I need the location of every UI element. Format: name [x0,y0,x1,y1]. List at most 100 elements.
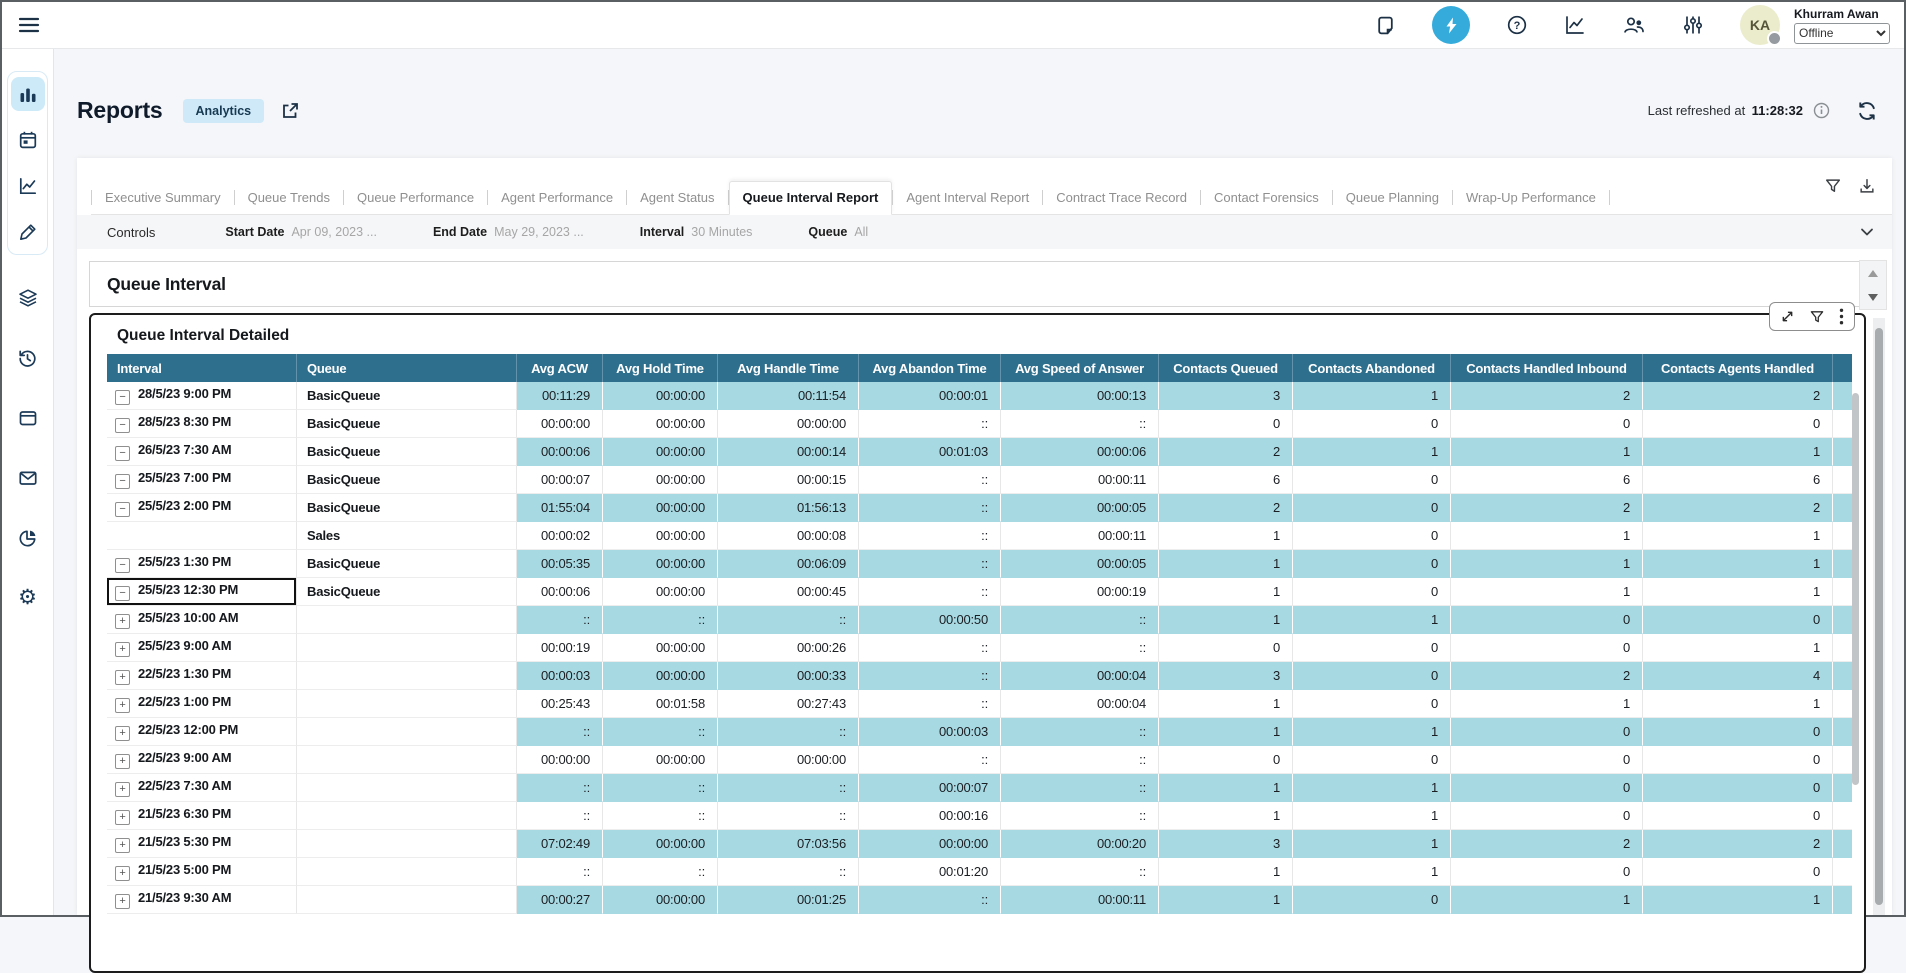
value-cell[interactable]: 0 [1293,550,1451,578]
interval-cell[interactable]: +25/5/23 10:00 AM [107,606,297,634]
value-cell[interactable]: 0 [1293,522,1451,550]
interval-cell[interactable]: −25/5/23 12:30 PM [107,578,297,606]
value-cell[interactable]: 0 [1643,410,1833,438]
value-cell[interactable]: 00:00:14 [718,438,859,466]
interval-cell[interactable]: −25/5/23 2:00 PM [107,494,297,522]
queue-cell[interactable] [297,690,517,718]
value-cell[interactable]: 00:00:00 [603,830,718,858]
expand-row-icon[interactable]: + [115,894,130,909]
help-icon[interactable]: ? [1506,14,1528,36]
value-cell[interactable]: 6 [1643,466,1833,494]
value-cell[interactable]: 01:56:13 [718,494,859,522]
queue-cell[interactable]: Sales [297,522,517,550]
value-cell[interactable]: :: [859,550,1001,578]
value-cell[interactable]: 00:00:05 [1001,550,1159,578]
value-cell[interactable]: 00:00:11 [1001,886,1159,914]
value-cell[interactable]: 0 [1643,858,1833,886]
value-cell[interactable]: 0 [1451,634,1643,662]
value-cell[interactable]: 00:00:19 [517,634,603,662]
value-cell[interactable]: 1 [1643,690,1833,718]
value-cell[interactable]: 00:00:00 [603,662,718,690]
value-cell[interactable]: 0 [1159,634,1293,662]
value-cell[interactable]: :: [603,802,718,830]
value-cell[interactable]: 6 [1159,466,1293,494]
sidebar-item-bar-chart[interactable] [11,77,45,111]
value-cell[interactable]: 2 [1451,494,1643,522]
value-cell[interactable]: :: [603,774,718,802]
value-cell[interactable] [1833,410,1852,438]
sidebar-item-calendar[interactable] [11,123,45,157]
value-cell[interactable] [1833,606,1852,634]
value-cell[interactable]: 00:00:45 [718,578,859,606]
value-cell[interactable]: 1 [1159,522,1293,550]
collapse-row-icon[interactable]: − [115,586,130,601]
sliders-icon[interactable] [1682,14,1704,36]
sidebar-item-history[interactable] [11,341,45,375]
value-cell[interactable]: 00:00:06 [1001,438,1159,466]
value-cell[interactable]: 1 [1451,550,1643,578]
control-start-date[interactable]: Start DateApr 09, 2023 ... [225,223,377,240]
value-cell[interactable]: :: [1001,858,1159,886]
value-cell[interactable]: 00:01:58 [603,690,718,718]
spinner-down-icon[interactable] [1860,285,1886,309]
value-cell[interactable]: 0 [1643,746,1833,774]
value-cell[interactable]: 00:00:00 [603,634,718,662]
value-cell[interactable]: 1 [1159,774,1293,802]
interval-cell[interactable]: +21/5/23 9:30 AM [107,886,297,914]
sidebar-item-layers[interactable] [11,281,45,315]
queue-cell[interactable] [297,746,517,774]
value-cell[interactable]: 1 [1643,438,1833,466]
queue-cell[interactable] [297,634,517,662]
tab-queue-performance[interactable]: Queue Performance [344,182,487,214]
value-cell[interactable]: 1 [1159,718,1293,746]
value-cell[interactable]: 2 [1643,830,1833,858]
interval-cell[interactable]: +21/5/23 5:30 PM [107,830,297,858]
value-cell[interactable]: :: [859,886,1001,914]
value-cell[interactable]: 00:00:00 [603,438,718,466]
expand-row-icon[interactable]: + [115,810,130,825]
value-cell[interactable]: :: [859,746,1001,774]
interval-cell[interactable]: +25/5/23 9:00 AM [107,634,297,662]
expand-row-icon[interactable]: + [115,838,130,853]
table-scrollbar-thumb[interactable] [1852,393,1859,785]
collapse-row-icon[interactable]: − [115,502,130,517]
value-cell[interactable]: :: [1001,634,1159,662]
value-cell[interactable]: 00:00:11 [1001,522,1159,550]
column-header-contacts-queued[interactable]: Contacts Queued [1159,354,1293,382]
value-cell[interactable]: 00:00:06 [517,578,603,606]
queue-cell[interactable]: BasicQueue [297,578,517,606]
value-cell[interactable]: 00:01:20 [859,858,1001,886]
flash-icon[interactable] [1432,6,1470,44]
value-cell[interactable]: 0 [1643,802,1833,830]
value-cell[interactable]: 0 [1451,410,1643,438]
interval-cell[interactable]: −25/5/23 1:30 PM [107,550,297,578]
value-cell[interactable]: 1 [1159,690,1293,718]
value-cell[interactable]: 0 [1293,662,1451,690]
sidebar-item-line-chart[interactable] [11,169,45,203]
value-cell[interactable]: 01:55:04 [517,494,603,522]
value-cell[interactable]: 00:11:29 [517,382,603,410]
value-cell[interactable]: 2 [1451,830,1643,858]
collapse-row-icon[interactable]: − [115,474,130,489]
sidebar-item-gear[interactable]: ⚙ [11,581,45,615]
refresh-icon[interactable] [1856,100,1878,122]
value-cell[interactable]: 00:06:09 [718,550,859,578]
value-cell[interactable]: 2 [1159,438,1293,466]
value-cell[interactable]: :: [859,634,1001,662]
value-cell[interactable]: 00:00:00 [603,382,718,410]
expand-row-icon[interactable]: + [115,698,130,713]
value-cell[interactable]: 00:11:54 [718,382,859,410]
value-cell[interactable]: 2 [1451,662,1643,690]
value-cell[interactable]: 00:00:33 [718,662,859,690]
queue-cell[interactable]: BasicQueue [297,494,517,522]
value-cell[interactable]: :: [718,802,859,830]
value-cell[interactable]: 00:00:02 [517,522,603,550]
value-cell[interactable]: 0 [1643,606,1833,634]
value-cell[interactable]: 1 [1159,550,1293,578]
value-cell[interactable]: 1 [1159,802,1293,830]
column-header-avg-handle-time[interactable]: Avg Handle Time [718,354,859,382]
queue-cell[interactable] [297,858,517,886]
value-cell[interactable]: 0 [1643,774,1833,802]
value-cell[interactable] [1833,494,1852,522]
value-cell[interactable]: 4 [1643,662,1833,690]
